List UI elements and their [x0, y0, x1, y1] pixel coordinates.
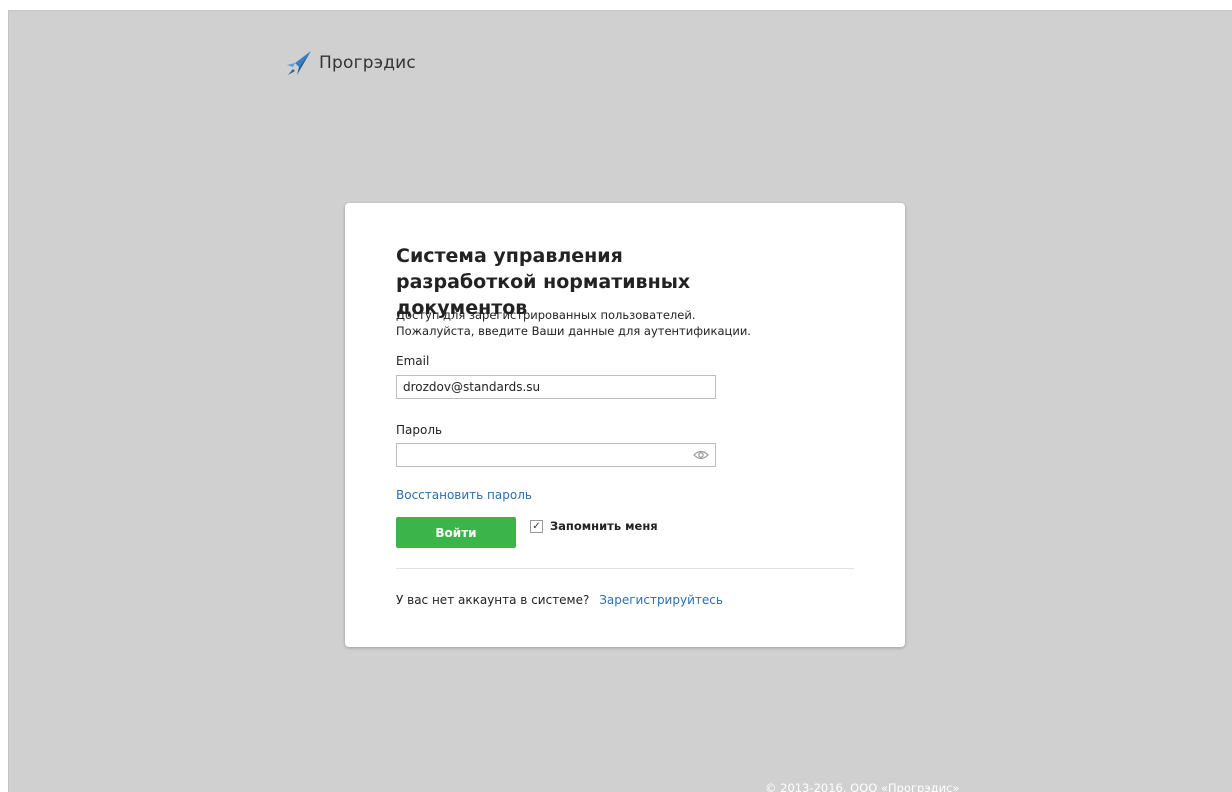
intro-line-instructions: Пожалуйста, введите Ваши данные для ауте…: [396, 324, 751, 338]
email-label: Email: [396, 354, 430, 368]
login-card: Система управления разработкой нормативн…: [345, 203, 905, 647]
eye-icon[interactable]: [693, 449, 709, 461]
intro-text: Доступ для зарегистрированных пользовате…: [396, 307, 751, 339]
rocket-icon: [287, 51, 311, 75]
remember-me-checkbox[interactable]: ✓ Запомнить меня: [530, 519, 658, 533]
footer-copyright: © 2013-2016, ООО «Прогрэдис»: [765, 781, 960, 792]
divider: [396, 568, 854, 569]
password-label: Пароль: [396, 423, 443, 437]
brand-name: Прогрэдис: [319, 53, 416, 73]
signup-prompt: У вас нет аккаунта в системе?: [396, 593, 590, 607]
intro-line-access: Доступ для зарегистрированных пользовате…: [396, 308, 696, 322]
signup-link[interactable]: Зарегистрируйтесь: [599, 593, 723, 607]
password-field[interactable]: [396, 443, 716, 467]
login-button[interactable]: Войти: [396, 517, 516, 548]
signup-row: У вас нет аккаунта в системе? Зарегистри…: [396, 593, 723, 607]
brand-logo[interactable]: Прогрэдис: [285, 49, 416, 77]
restore-password-link[interactable]: Восстановить пароль: [396, 488, 532, 502]
email-field[interactable]: [396, 375, 716, 399]
checkbox-check-icon[interactable]: ✓: [530, 519, 543, 533]
remember-me-label: Запомнить меня: [550, 519, 658, 533]
page-background: Прогрэдис Система управления разработкой…: [8, 10, 1232, 792]
